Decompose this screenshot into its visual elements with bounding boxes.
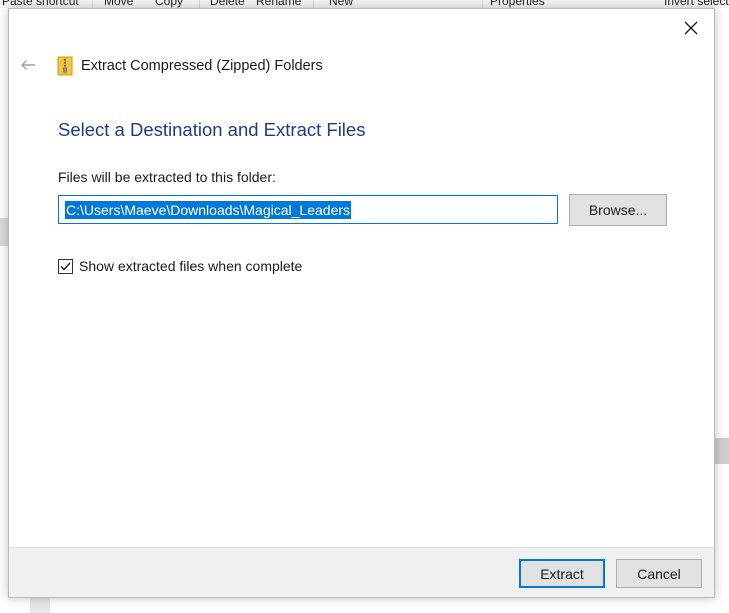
destination-value: C:\Users\Maeve\Downloads\Magical_Leaders [65,200,352,219]
ribbon-rename: Rename [256,0,302,8]
background-bottom-pane [0,598,729,613]
background-right-pane [715,8,729,613]
ribbon-delete: Delete [210,0,245,8]
background-right-selection [715,438,729,464]
close-button[interactable] [676,15,706,41]
browse-button[interactable]: Browse... [569,194,667,226]
main-heading: Select a Destination and Extract Files [58,119,366,140]
dialog-footer: Extract Cancel [9,547,714,597]
destination-label: Files will be extracted to this folder: [58,169,276,185]
back-arrow-icon [21,60,35,70]
extract-button[interactable]: Extract [519,559,605,588]
zip-folder-icon [57,56,73,76]
ribbon-invert-selection: Invert selection [664,0,729,8]
ribbon-properties: Properties [490,0,545,8]
background-left-selection [0,218,8,246]
destination-input[interactable]: C:\Users\Maeve\Downloads\Magical_Leaders [58,195,558,224]
ribbon-move: Move [104,0,134,8]
dialog-title: Extract Compressed (Zipped) Folders [81,58,323,74]
ribbon-copy: Copy [155,0,184,8]
background-left-pane [0,8,8,613]
cancel-button[interactable]: Cancel [616,559,702,588]
show-files-label: Show extracted files when complete [79,258,303,274]
back-button[interactable] [17,56,39,74]
close-icon [684,21,698,35]
ribbon-paste-shortcut: Paste shortcut [2,0,79,8]
show-files-option[interactable]: Show extracted files when complete [58,258,302,274]
background-bottom-strip [30,598,50,613]
checkmark-icon [60,262,71,271]
dialog-header: Extract Compressed (Zipped) Folders [57,55,323,77]
show-files-checkbox[interactable] [58,258,73,274]
ribbon-new: New [329,0,354,8]
extract-dialog: Extract Compressed (Zipped) Folders Sele… [8,8,715,598]
